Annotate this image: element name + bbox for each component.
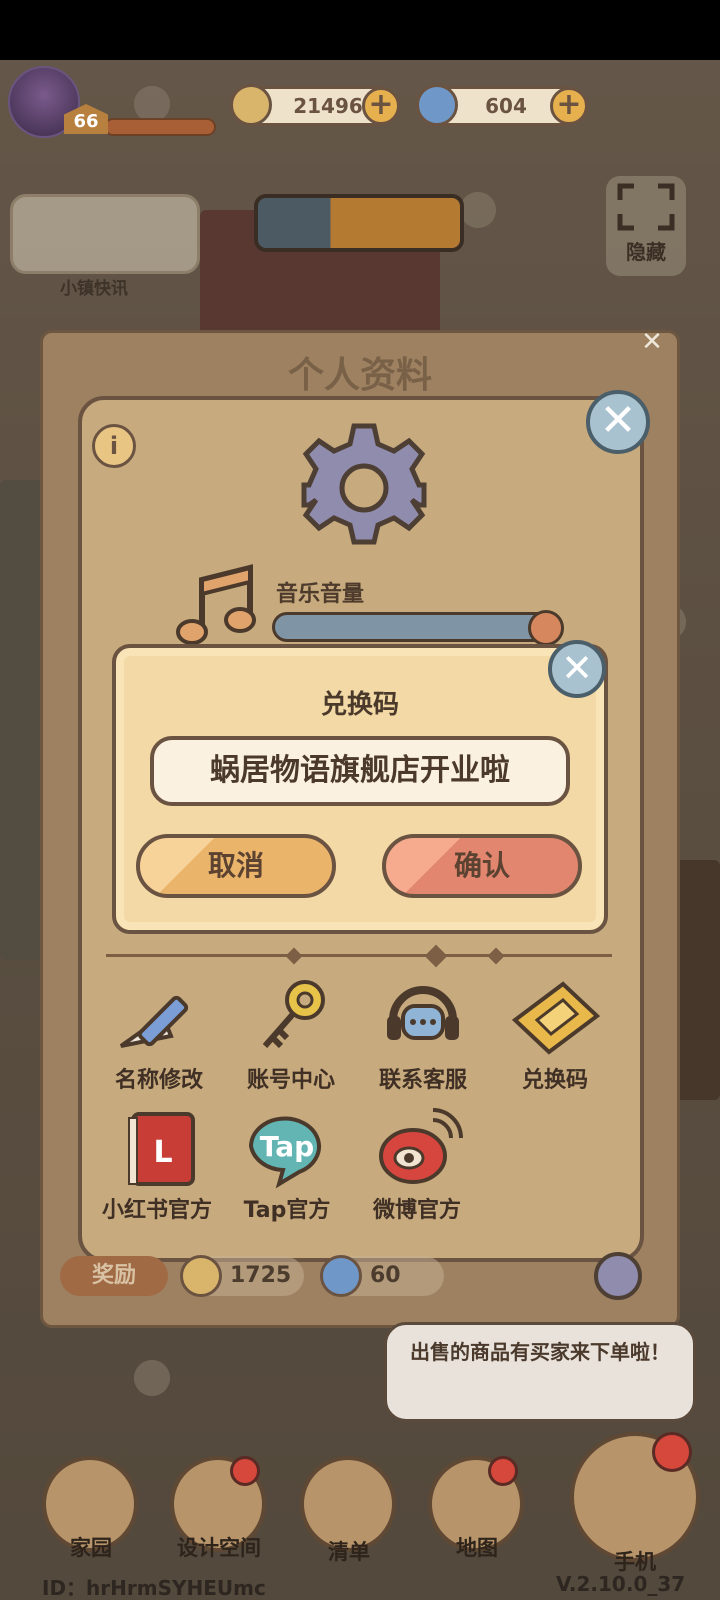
section-divider [106, 954, 612, 957]
player-id: ID：hrHrmSYHEUmc [42, 1576, 266, 1600]
weibo-icon [369, 1106, 465, 1190]
ticket-icon [507, 976, 603, 1060]
cancel-button[interactable]: 取消 [136, 834, 336, 898]
weather-indicator [254, 194, 464, 252]
small-gear-icon[interactable] [594, 1252, 642, 1300]
nav-home-label: 家园 [70, 1536, 112, 1560]
nav-list-label: 清单 [328, 1540, 370, 1564]
profile-close-button[interactable]: ✕ [586, 390, 650, 454]
profile-title: 个人资料 [287, 355, 432, 396]
settings-gear-icon [298, 418, 430, 550]
gold-coin-icon [230, 84, 272, 126]
add-swirl-button[interactable]: + [550, 87, 588, 125]
xiaohongshu-official-button[interactable]: L 小红书官方 [92, 1106, 222, 1224]
swirl-coin-icon [416, 84, 458, 126]
pencil-icon [111, 976, 207, 1060]
music-volume-knob[interactable] [528, 610, 564, 646]
confirm-button[interactable]: 确认 [382, 834, 582, 898]
key-icon [243, 976, 339, 1060]
music-note-icon [172, 560, 262, 650]
design-notification-dot [230, 1456, 260, 1486]
tap-icon: Tap [239, 1106, 335, 1190]
headset-icon [375, 976, 471, 1060]
reward-swirl-icon [320, 1255, 362, 1297]
info-button[interactable]: i [92, 424, 136, 468]
notification-bubble[interactable]: 出售的商品有买家来下单啦！ [384, 1322, 696, 1422]
town-news-panel[interactable] [10, 194, 200, 274]
redeem-code-button[interactable]: 兑换码 [490, 976, 620, 1094]
reward-gold-icon [180, 1255, 222, 1297]
phone-notification-dot [652, 1432, 692, 1472]
game-version: V.2.10.0_37 [556, 1572, 686, 1596]
xp-bar [104, 118, 216, 136]
outer-close-button[interactable]: ✕ [632, 326, 672, 366]
nav-design-label: 设计空间 [177, 1536, 261, 1560]
svg-text:Tap: Tap [260, 1130, 314, 1163]
map-notification-dot [488, 1456, 518, 1486]
redeem-code-input[interactable]: 蜗居物语旗舰店开业啦 [150, 736, 570, 806]
account-center-button[interactable]: 账号中心 [226, 976, 356, 1094]
redeem-title: 兑换码 [320, 690, 399, 720]
add-gold-button[interactable]: + [362, 87, 400, 125]
weibo-official-button[interactable]: 微博官方 [352, 1106, 482, 1224]
fullscreen-icon [617, 183, 675, 231]
reward-label: 奖励 [60, 1256, 168, 1296]
gold-value: 21496 [293, 94, 363, 118]
town-news-label: 小镇快讯 [60, 279, 128, 299]
xiaohongshu-icon: L [109, 1106, 205, 1190]
music-volume-slider[interactable] [272, 612, 562, 642]
nav-map-label: 地图 [456, 1536, 498, 1560]
svg-text:L: L [153, 1135, 172, 1170]
rename-button[interactable]: 名称修改 [94, 976, 224, 1094]
swirl-value: 604 [485, 94, 527, 118]
music-volume-label: 音乐音量 [276, 582, 365, 607]
tap-official-button[interactable]: Tap Tap官方 [222, 1106, 352, 1224]
contact-support-button[interactable]: 联系客服 [358, 976, 488, 1094]
hide-label: 隐藏 [626, 240, 666, 264]
